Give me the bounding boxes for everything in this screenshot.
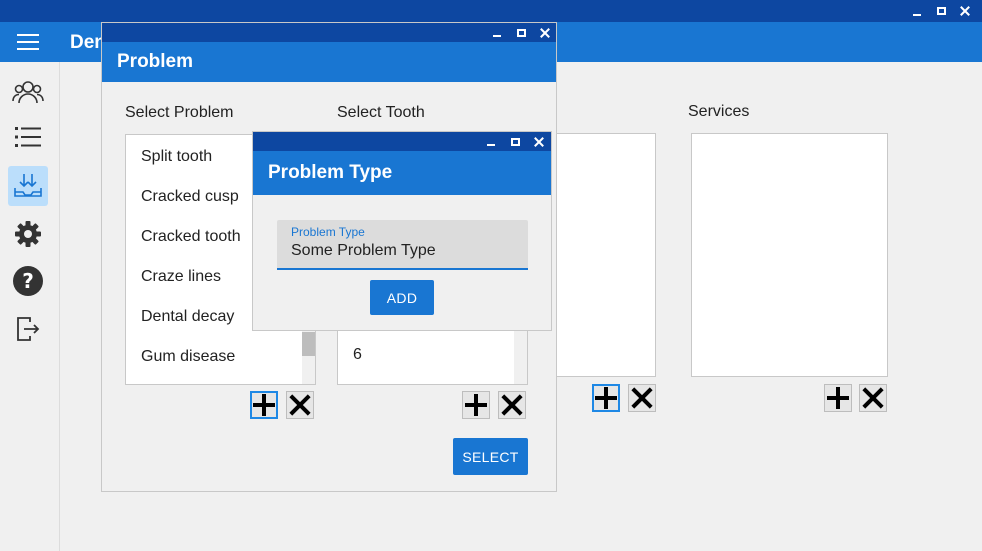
problem-type-minimize-button[interactable] <box>479 132 503 151</box>
plus-icon <box>253 394 275 416</box>
maximize-icon <box>510 137 520 146</box>
close-window-button[interactable] <box>953 1 977 21</box>
x-icon <box>501 394 523 416</box>
remove-problem-button[interactable] <box>286 391 314 419</box>
minimize-icon <box>913 13 921 16</box>
minimize-button[interactable] <box>905 1 929 21</box>
close-icon <box>534 137 544 147</box>
services-label: Services <box>688 103 750 120</box>
sidebar: ? <box>0 62 60 551</box>
users-icon <box>12 81 44 104</box>
select-problem-label: Select Problem <box>125 104 234 121</box>
x-icon <box>289 394 311 416</box>
remove-item-button[interactable] <box>628 384 656 412</box>
x-icon <box>631 387 653 409</box>
sidebar-item-settings[interactable] <box>8 214 48 254</box>
sidebar-item-help[interactable]: ? <box>8 261 48 301</box>
help-icon: ? <box>13 266 43 296</box>
problem-type-field[interactable]: Problem Type Some Problem Type <box>277 220 528 270</box>
sidebar-item-list[interactable] <box>8 117 48 157</box>
problem-type-dialog-controls <box>479 132 551 151</box>
window-title-bar <box>0 0 982 22</box>
problem-type-dialog-title: Problem Type <box>268 162 393 183</box>
sidebar-item-patients[interactable] <box>8 72 48 112</box>
add-problem-button[interactable] <box>250 391 278 419</box>
list-item[interactable]: Gum disease <box>126 337 302 377</box>
plus-icon <box>827 387 849 409</box>
problem-close-button[interactable] <box>533 23 557 42</box>
problem-type-dialog-title-bar <box>253 132 551 151</box>
maximize-icon <box>936 7 946 15</box>
add-tooth-button[interactable] <box>462 391 490 419</box>
remove-service-button[interactable] <box>859 384 887 412</box>
list-item[interactable]: 6 <box>338 335 514 375</box>
close-icon <box>960 6 970 16</box>
x-icon <box>862 387 884 409</box>
close-icon <box>540 28 550 38</box>
problem-type-field-label: Problem Type <box>291 225 365 239</box>
problem-type-close-button[interactable] <box>527 132 551 151</box>
problem-type-dialog: Problem Type Problem Type Some Problem T… <box>252 131 552 331</box>
svg-text:?: ? <box>22 269 34 293</box>
logout-icon <box>17 317 40 341</box>
window-controls <box>905 0 977 22</box>
remove-tooth-button[interactable] <box>498 391 526 419</box>
minimize-icon <box>493 35 501 37</box>
scroll-thumb[interactable] <box>302 332 315 356</box>
select-tooth-label: Select Tooth <box>337 104 425 121</box>
problem-type-maximize-button[interactable] <box>503 132 527 151</box>
services-list[interactable] <box>691 133 888 377</box>
problem-dialog-controls <box>485 23 557 42</box>
problem-dialog-title: Problem <box>117 51 194 72</box>
sidebar-item-logout[interactable] <box>8 309 48 349</box>
plus-icon <box>595 387 617 409</box>
select-button[interactable]: SELECT <box>453 438 528 475</box>
gear-icon <box>15 221 41 247</box>
problem-type-field-value[interactable]: Some Problem Type <box>291 242 436 260</box>
maximize-button[interactable] <box>929 1 953 21</box>
add-button[interactable]: ADD <box>370 280 434 315</box>
add-service-button[interactable] <box>824 384 852 412</box>
download-tray-icon <box>14 174 42 197</box>
middle-list[interactable] <box>556 133 656 377</box>
problem-dialog-title-bar <box>102 23 556 42</box>
problem-type-dialog-header: Problem Type <box>253 151 551 195</box>
minimize-icon <box>487 144 495 146</box>
plus-icon <box>465 394 487 416</box>
add-item-button[interactable] <box>592 384 620 412</box>
sidebar-item-import[interactable] <box>8 166 48 206</box>
problem-maximize-button[interactable] <box>509 23 533 42</box>
problem-minimize-button[interactable] <box>485 23 509 42</box>
maximize-icon <box>516 28 526 37</box>
problem-dialog-header: Problem <box>102 42 556 82</box>
list-icon <box>15 127 41 147</box>
menu-icon[interactable] <box>17 34 39 50</box>
